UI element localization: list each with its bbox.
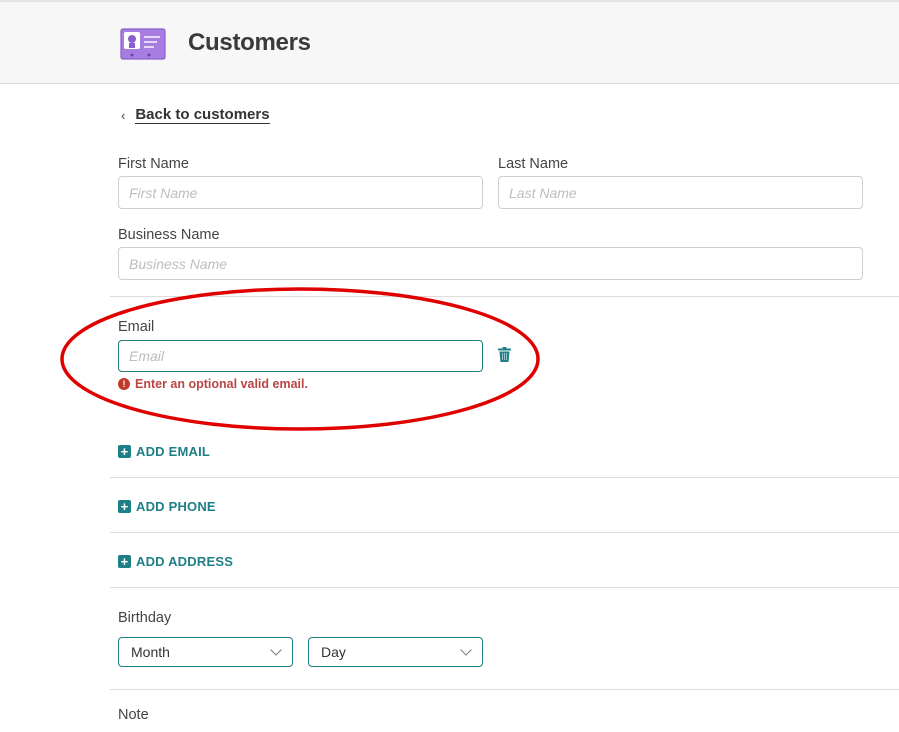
chevron-left-icon: ‹ [121, 107, 126, 123]
add-email-button[interactable]: + ADD EMAIL [118, 444, 210, 459]
plus-icon: + [118, 555, 131, 568]
email-label: Email [118, 319, 155, 335]
month-select-value: Month [131, 644, 170, 660]
customer-card-icon [120, 28, 166, 60]
first-name-label: First Name [118, 156, 189, 172]
section-divider [110, 689, 899, 690]
last-name-field[interactable] [498, 176, 863, 209]
section-divider [110, 296, 899, 297]
add-phone-button[interactable]: + ADD PHONE [118, 499, 216, 514]
email-error-message: ! Enter an optional valid email. [118, 377, 308, 391]
last-name-label: Last Name [498, 156, 569, 172]
back-link-label: Back to customers [135, 106, 270, 124]
birthday-label: Birthday [118, 610, 172, 626]
section-divider [110, 477, 899, 478]
first-name-field[interactable] [118, 176, 483, 209]
business-name-label: Business Name [118, 227, 220, 243]
page-header: Customers [0, 0, 899, 84]
add-email-label: ADD EMAIL [136, 444, 211, 459]
back-to-customers-link[interactable]: ‹ Back to customers [121, 106, 270, 124]
email-error-text: Enter an optional valid email. [135, 377, 308, 391]
note-label: Note [118, 707, 149, 723]
section-divider [110, 532, 899, 533]
day-select-value: Day [321, 644, 346, 660]
add-address-button[interactable]: + ADD ADDRESS [118, 554, 233, 569]
birthday-month-select[interactable]: Month [118, 637, 293, 667]
page-title: Customers [188, 29, 311, 56]
section-divider [110, 587, 899, 588]
chevron-down-icon [270, 644, 282, 656]
plus-icon: + [118, 445, 131, 458]
birthday-day-select[interactable]: Day [308, 637, 483, 667]
chevron-down-icon [460, 644, 472, 656]
add-phone-label: ADD PHONE [136, 499, 216, 514]
email-field[interactable] [118, 340, 483, 372]
add-address-label: ADD ADDRESS [136, 554, 234, 569]
business-name-field[interactable] [118, 247, 863, 280]
trash-icon[interactable] [498, 347, 511, 362]
error-icon: ! [118, 378, 130, 390]
plus-icon: + [118, 500, 131, 513]
